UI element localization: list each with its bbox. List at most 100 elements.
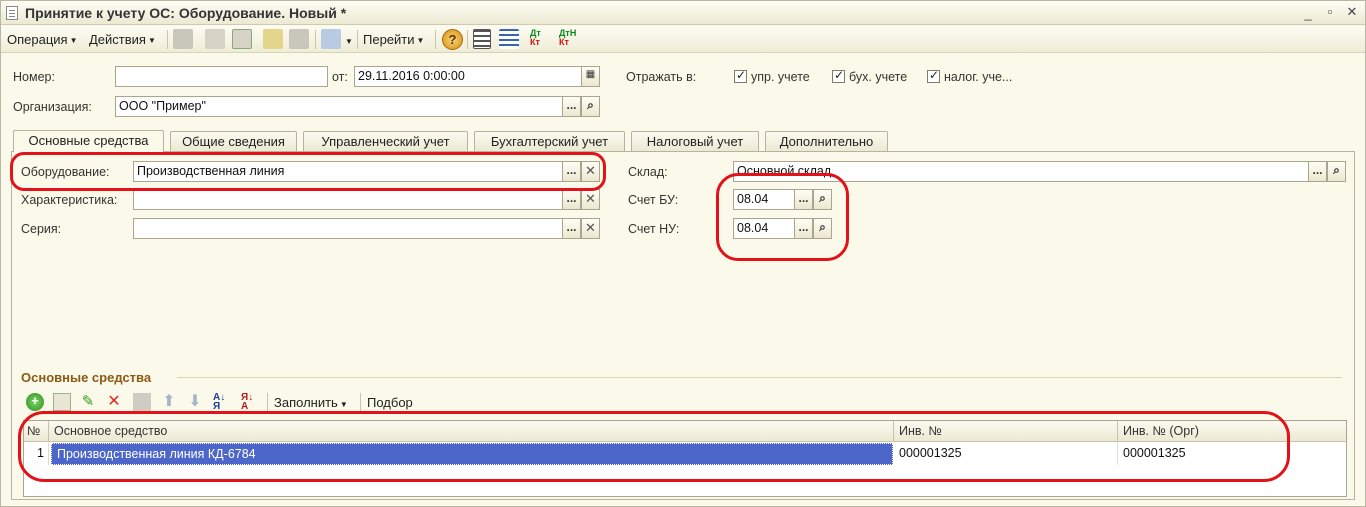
tab-tax[interactable]: Налоговый учет: [631, 131, 759, 152]
window-title: Принятие к учету ОС: Оборудование. Новый…: [25, 5, 347, 21]
account-bu-label: Счет БУ:: [628, 193, 679, 207]
calendar-icon[interactable]: ▦: [581, 66, 600, 87]
inv-org-cell[interactable]: 000001325: [1118, 443, 1346, 465]
operation-menu-label: Операция: [7, 32, 68, 47]
column-header-inv-org[interactable]: Инв. № (Орг): [1118, 421, 1346, 442]
warehouse-search-icon[interactable]: ⌕: [1327, 161, 1346, 182]
book-accounting-label: бух. учете: [849, 70, 908, 84]
organization-label: Организация:: [13, 100, 92, 114]
organization-search-icon[interactable]: ⌕: [581, 96, 600, 117]
number-label: Номер:: [13, 70, 55, 84]
command-bar: Операция ▼ Действия ▼ ▼ Перейти ▼ ? Дт Кт Дт…: [1, 26, 1365, 53]
toolbar-divider: [357, 30, 358, 49]
mgmt-accounting-checkbox[interactable]: [734, 68, 747, 83]
document-icon: [6, 6, 18, 20]
add-row-icon[interactable]: +: [26, 393, 44, 411]
account-nu-select-icon[interactable]: ...: [794, 218, 813, 239]
select-button[interactable]: Подбор: [367, 395, 413, 410]
toolbar-divider: [360, 393, 361, 412]
characteristic-field[interactable]: [133, 189, 563, 210]
reflect-label: Отражать в:: [626, 70, 697, 84]
settings-list-icon[interactable]: [499, 29, 519, 49]
create-based-icon[interactable]: [321, 29, 341, 49]
equipment-select-icon[interactable]: ...: [562, 161, 581, 182]
goto-menu[interactable]: Перейти ▼: [363, 32, 424, 47]
chevron-down-icon: ▼: [147, 36, 156, 45]
document-window: Принятие к учету ОС: Оборудование. Новый…: [0, 0, 1366, 507]
chevron-down-icon: ▼: [339, 400, 348, 409]
column-header-number[interactable]: №: [24, 421, 49, 442]
section-divider: [177, 377, 1342, 378]
date-label: от:: [332, 70, 348, 84]
characteristic-label: Характеристика:: [21, 193, 118, 207]
move-up-icon[interactable]: ⬆: [160, 393, 178, 411]
account-nu-search-icon[interactable]: ⌕: [813, 218, 832, 239]
tab-fixed-assets[interactable]: Основные средства: [13, 130, 164, 152]
move-down-icon[interactable]: ⬇: [186, 393, 204, 411]
upload-icon[interactable]: [263, 29, 283, 49]
account-bu-search-icon[interactable]: ⌕: [813, 189, 832, 210]
help-icon[interactable]: ?: [442, 29, 463, 50]
dtn-kt-icon[interactable]: ДтН Кт: [559, 29, 579, 49]
tax-accounting-checkbox[interactable]: [927, 68, 940, 83]
toolbar-divider: [167, 30, 168, 49]
sort-asc-icon[interactable]: А↓ Я: [213, 393, 231, 412]
toolbar-divider: [315, 30, 316, 49]
copy-row-icon[interactable]: [53, 393, 71, 411]
sort-desc-icon[interactable]: Я↓ А: [241, 393, 259, 412]
warehouse-field[interactable]: Основной склад: [733, 161, 1309, 182]
column-header-inv[interactable]: Инв. №: [894, 421, 1118, 442]
structure-icon[interactable]: [289, 29, 309, 49]
warehouse-label: Склад:: [628, 165, 668, 179]
book-accounting-checkbox[interactable]: [832, 68, 845, 83]
minimize-icon[interactable]: _: [1301, 7, 1315, 21]
operation-menu[interactable]: Операция ▼: [7, 32, 78, 47]
assets-section-title: Основные средства: [21, 370, 152, 385]
organization-field[interactable]: ООО "Пример": [115, 96, 563, 117]
toolbar-divider: [435, 30, 436, 49]
edit-row-icon[interactable]: ✎: [79, 393, 97, 411]
create-based-chevron-icon[interactable]: ▼: [343, 33, 353, 48]
tax-accounting-label: налог. уче...: [944, 70, 1013, 84]
equipment-clear-icon[interactable]: ✕: [581, 161, 600, 182]
tab-accounting[interactable]: Бухгалтерский учет: [474, 131, 625, 152]
asset-cell[interactable]: Производственная линия КД-6784: [51, 443, 893, 465]
number-field[interactable]: [115, 66, 328, 87]
write-icon[interactable]: [173, 29, 193, 49]
column-header-asset[interactable]: Основное средство: [49, 421, 894, 442]
characteristic-select-icon[interactable]: ...: [562, 189, 581, 210]
series-clear-icon[interactable]: ✕: [581, 218, 600, 239]
fill-menu-label: Заполнить: [274, 395, 338, 410]
date-field[interactable]: 29.11.2016 0:00:00: [354, 66, 582, 87]
account-nu-field[interactable]: 08.04: [733, 218, 795, 239]
account-bu-select-icon[interactable]: ...: [794, 189, 813, 210]
inv-cell[interactable]: 000001325: [894, 443, 1118, 465]
toolbar-divider: [267, 393, 268, 412]
chevron-down-icon: ▼: [416, 36, 425, 45]
fill-menu[interactable]: Заполнить ▼: [274, 395, 348, 410]
close-icon[interactable]: ✕: [1345, 5, 1359, 19]
restore-icon[interactable]: ▫: [1323, 5, 1337, 19]
equipment-label: Оборудование:: [21, 165, 110, 179]
tab-management[interactable]: Управленческий учет: [303, 131, 468, 152]
toolbar-divider: [467, 30, 468, 49]
series-select-icon[interactable]: ...: [562, 218, 581, 239]
equipment-field[interactable]: Производственная линия: [133, 161, 563, 182]
copy-icon[interactable]: [232, 29, 252, 49]
series-field[interactable]: [133, 218, 563, 239]
account-bu-field[interactable]: 08.04: [733, 189, 795, 210]
delete-row-icon[interactable]: ✕: [105, 393, 123, 411]
actions-menu[interactable]: Действия ▼: [89, 32, 156, 47]
dt-kt-icon[interactable]: Дт Кт: [530, 29, 550, 49]
table-header: № Основное средство Инв. № Инв. № (Орг): [24, 421, 1346, 442]
post-icon[interactable]: [205, 29, 225, 49]
characteristic-clear-icon[interactable]: ✕: [581, 189, 600, 210]
tab-general[interactable]: Общие сведения: [170, 131, 297, 152]
tab-additional[interactable]: Дополнительно: [765, 131, 888, 152]
account-nu-label: Счет НУ:: [628, 222, 680, 236]
assets-table[interactable]: № Основное средство Инв. № Инв. № (Орг) …: [23, 420, 1347, 497]
end-edit-icon[interactable]: [133, 393, 151, 411]
warehouse-select-icon[interactable]: ...: [1308, 161, 1327, 182]
list-icon[interactable]: [473, 29, 491, 49]
organization-select-icon[interactable]: ...: [562, 96, 581, 117]
